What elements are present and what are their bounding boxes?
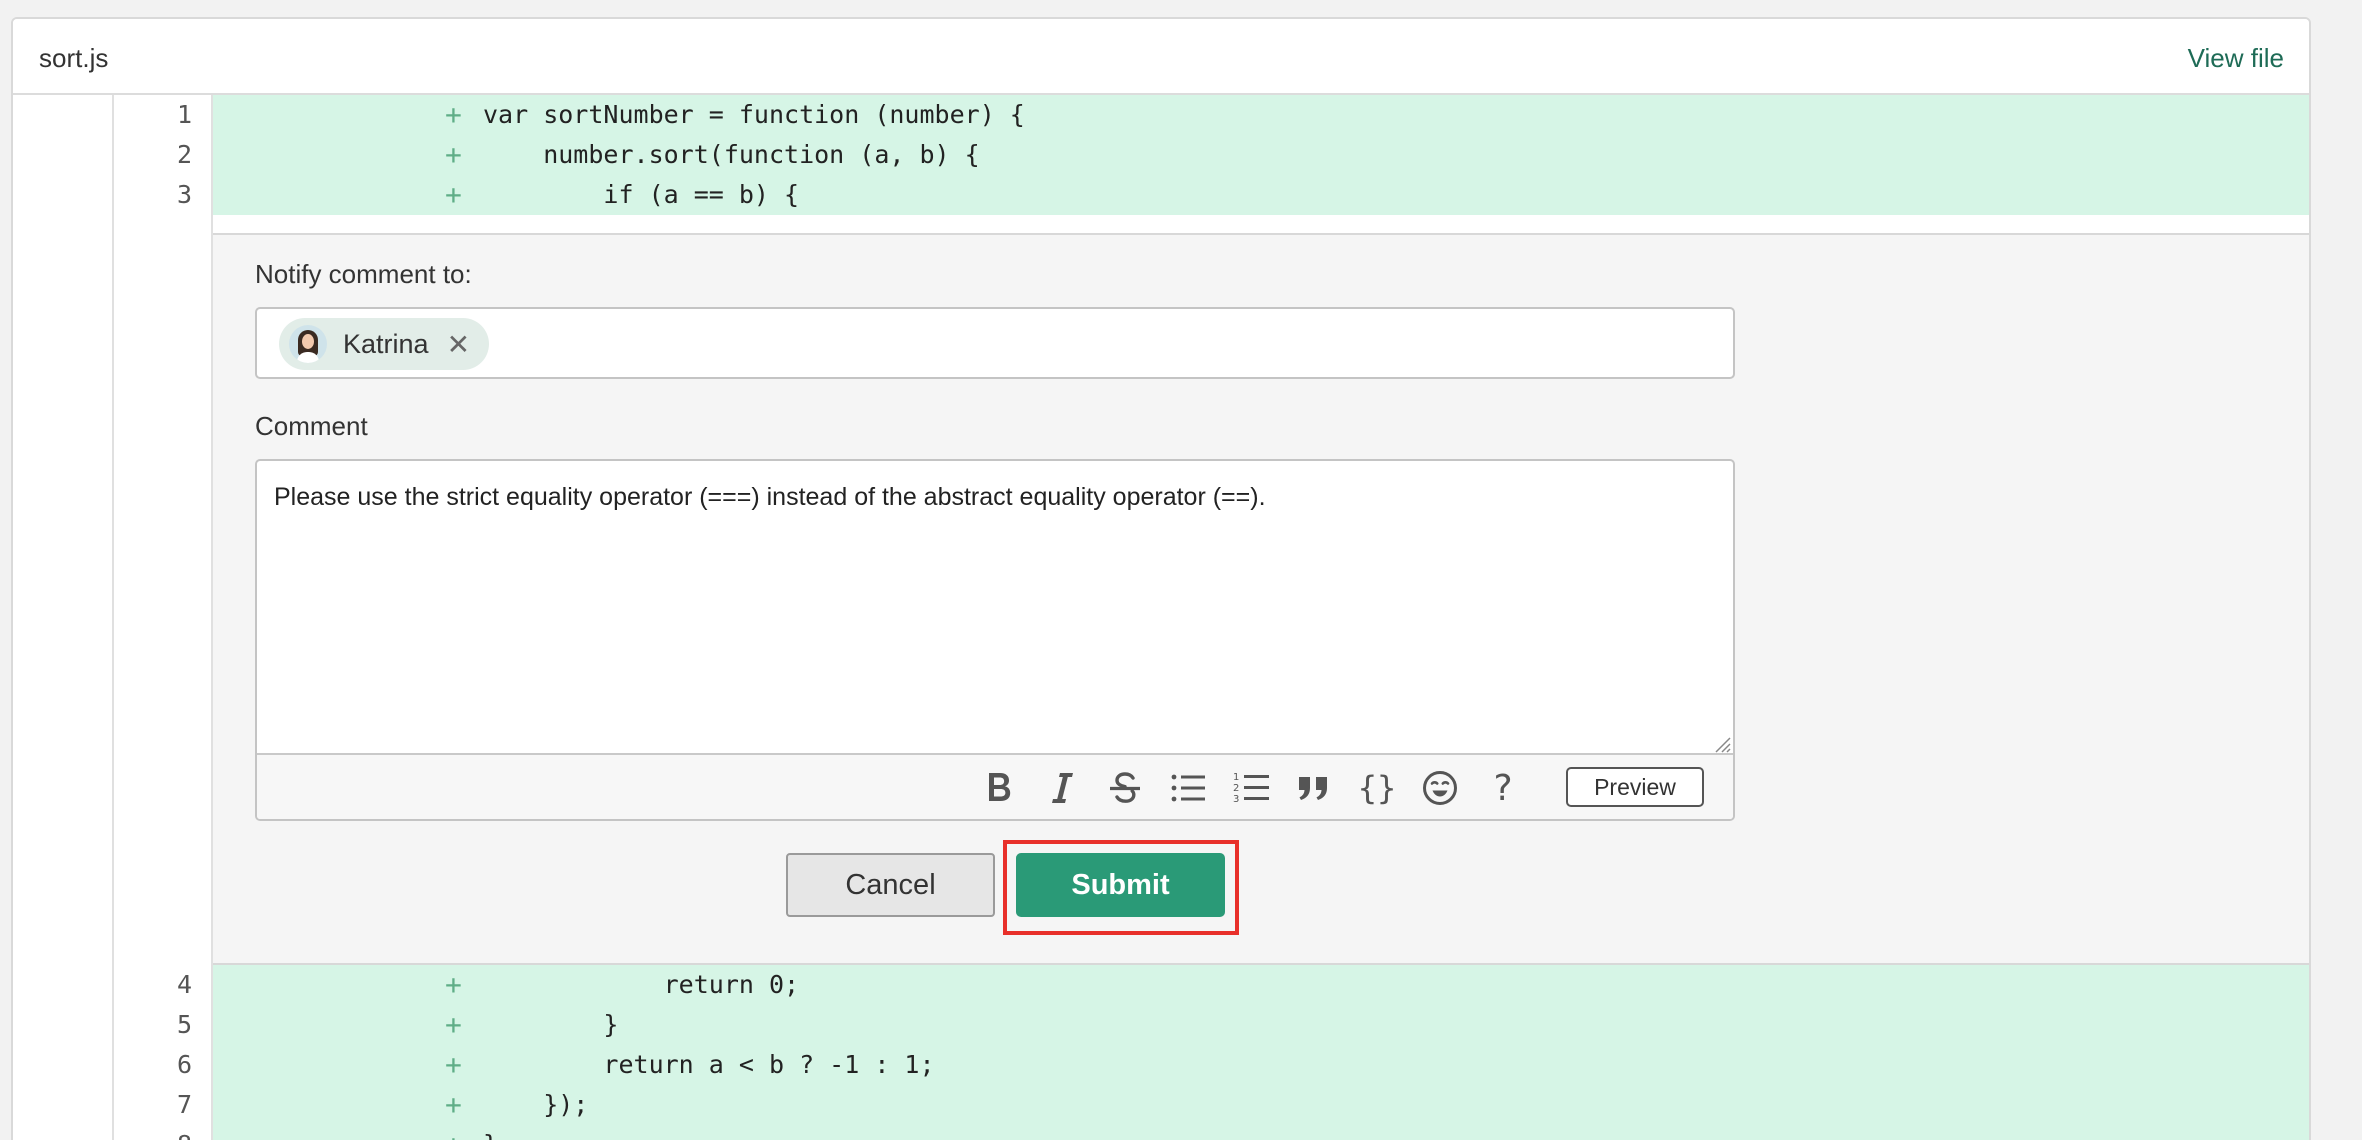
code-text: if (a == b) { <box>483 180 800 209</box>
line-number: 6 <box>176 1050 192 1079</box>
line-number: 3 <box>176 180 192 209</box>
resize-handle-icon[interactable] <box>1713 735 1731 753</box>
notify-label: Notify comment to: <box>255 259 472 289</box>
file-header: sort.js View file <box>13 19 2309 95</box>
diff-view: 1 + var sortNumber = function (number) { … <box>13 95 2309 1140</box>
code-text: } <box>483 1010 619 1039</box>
diff-lines-top: 1 + var sortNumber = function (number) { … <box>13 95 2309 215</box>
line-number: 2 <box>176 140 192 169</box>
preview-button[interactable]: Preview <box>1566 767 1704 807</box>
code-text: }; <box>483 1125 513 1140</box>
comment-text[interactable]: Please use the strict equality operator … <box>274 483 1266 512</box>
user-chip: Katrina ✕ <box>279 318 489 370</box>
line-number: 5 <box>176 1010 192 1039</box>
diff-line: 8 +}; <box>13 1125 2309 1140</box>
added-marker: + <box>445 138 462 171</box>
line-number: 4 <box>176 970 192 999</box>
quote-icon[interactable] <box>1291 763 1337 813</box>
added-marker: + <box>445 178 462 211</box>
numbered-list-icon[interactable]: 123 <box>1228 763 1274 813</box>
emoji-icon[interactable] <box>1417 763 1463 813</box>
diff-line: 3 + if (a == b) { <box>13 175 2309 215</box>
diff-line: 4 + return 0; <box>13 965 2309 1005</box>
bullet-list-icon[interactable] <box>1165 763 1211 813</box>
line-number: 1 <box>176 100 192 129</box>
diff-line: 2 + number.sort(function (a, b) { <box>13 135 2309 175</box>
code-text: return a < b ? -1 : 1; <box>483 1050 935 1079</box>
file-name: sort.js <box>39 43 109 73</box>
cancel-button[interactable]: Cancel <box>786 853 995 917</box>
diff-line: 6 + return a < b ? -1 : 1; <box>13 1045 2309 1085</box>
submit-button[interactable]: Submit <box>1016 853 1225 917</box>
added-marker: + <box>445 1125 462 1140</box>
code-text: }); <box>483 1090 589 1119</box>
notify-input[interactable]: Katrina ✕ <box>255 307 1735 379</box>
diff-lines-bottom: 4 + return 0; 5 + } 6 + return a < b ? -… <box>13 965 2309 1140</box>
diff-line: 5 + } <box>13 1005 2309 1045</box>
remove-user-icon[interactable]: ✕ <box>447 328 470 361</box>
svg-text:3: 3 <box>1233 794 1239 805</box>
added-marker: + <box>445 98 462 131</box>
code-text: number.sort(function (a, b) { <box>483 140 980 169</box>
added-marker: + <box>445 968 462 1001</box>
line-number: 8 <box>114 1125 213 1140</box>
diff-line: 1 + var sortNumber = function (number) { <box>13 95 2309 135</box>
code-braces-icon[interactable]: {} <box>1354 763 1400 813</box>
added-marker: + <box>445 1088 462 1121</box>
svg-text:2: 2 <box>1233 783 1239 794</box>
inline-comment-form: Notify comment to: Katrina ✕ Comment Ple… <box>213 233 2309 965</box>
strikethrough-icon[interactable] <box>1102 763 1148 813</box>
added-marker: + <box>445 1048 462 1081</box>
bold-icon[interactable] <box>976 763 1022 813</box>
italic-icon[interactable] <box>1039 763 1085 813</box>
svg-text:1: 1 <box>1233 772 1239 783</box>
markdown-toolbar: 123 {} ? Preview <box>257 753 1733 819</box>
view-file-link[interactable]: View file <box>2188 43 2284 74</box>
help-icon[interactable]: ? <box>1480 763 1526 813</box>
code-text: return 0; <box>483 970 800 999</box>
comment-textarea[interactable]: Please use the strict equality operator … <box>255 459 1735 821</box>
code-text: var sortNumber = function (number) { <box>483 100 1025 129</box>
avatar <box>289 325 327 363</box>
diff-line: 7 + }); <box>13 1085 2309 1125</box>
comment-label: Comment <box>255 411 368 441</box>
added-marker: + <box>445 1008 462 1041</box>
line-number: 7 <box>176 1090 192 1119</box>
file-diff-panel: sort.js View file 1 + var sortNumber = fu… <box>11 17 2311 1140</box>
user-chip-name: Katrina <box>343 328 429 359</box>
